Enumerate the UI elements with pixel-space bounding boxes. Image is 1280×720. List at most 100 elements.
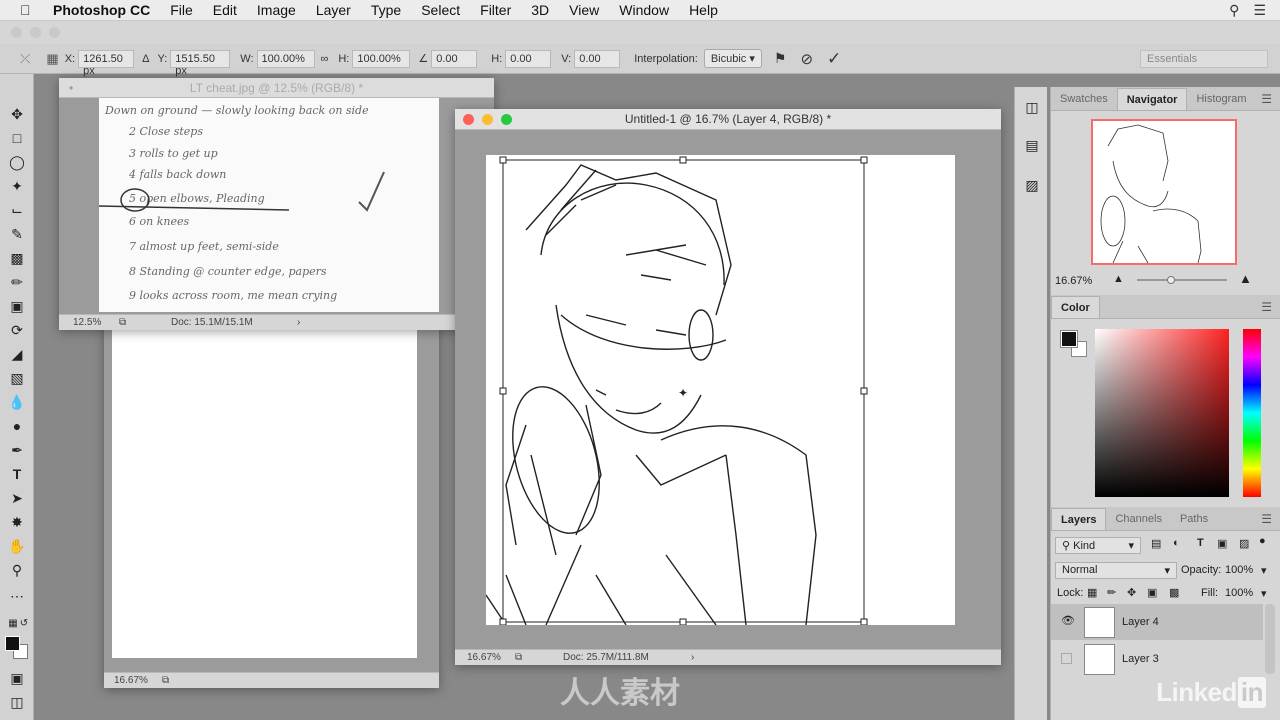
tab-histogram[interactable]: Histogram bbox=[1187, 88, 1255, 110]
filter-smart-icon[interactable]: ▨ bbox=[1239, 537, 1249, 550]
filter-adjustment-icon[interactable]: ◐ bbox=[1173, 537, 1180, 549]
menu-window[interactable]: Window bbox=[619, 2, 669, 18]
rotate-angle-field[interactable]: 0.00 bbox=[431, 49, 478, 68]
spotlight-search-icon[interactable]: ⚲ bbox=[1229, 2, 1239, 19]
close-doc-icon[interactable] bbox=[463, 114, 474, 125]
opacity-field[interactable]: 100% bbox=[1225, 564, 1253, 576]
color-field[interactable] bbox=[1095, 329, 1229, 497]
layer-filter-select[interactable]: ⚲ Kind ▾ bbox=[1055, 537, 1141, 554]
layer-row-3[interactable]: Layer 3 bbox=[1051, 641, 1263, 677]
status-expand-icon[interactable]: › bbox=[297, 317, 300, 328]
swap-colors-icon[interactable]: ↺ bbox=[14, 614, 34, 634]
filter-type-icon[interactable]: T bbox=[1197, 537, 1204, 549]
layer-thumbnail[interactable] bbox=[1084, 644, 1115, 675]
cheat-sheet-image[interactable]: Down on ground — slowly looking back on … bbox=[99, 98, 439, 312]
doc-titlebar-cheat[interactable]: • LT cheat.jpg @ 12.5% (RGB/8) * bbox=[59, 78, 494, 98]
layers-scrollbar[interactable] bbox=[1265, 604, 1275, 674]
brush-tool-icon[interactable]: ✏ bbox=[7, 272, 27, 292]
blur-tool-icon[interactable]: 💧 bbox=[7, 392, 27, 412]
menu-image[interactable]: Image bbox=[257, 2, 296, 18]
healing-brush-tool-icon[interactable]: ▩ bbox=[7, 248, 27, 268]
lock-all-icon[interactable]: ▩ bbox=[1169, 586, 1179, 599]
quick-mask-icon[interactable]: ▣ bbox=[7, 668, 27, 688]
document-window-cheat[interactable]: • LT cheat.jpg @ 12.5% (RGB/8) * Down on… bbox=[59, 78, 494, 330]
menu-filter[interactable]: Filter bbox=[480, 2, 511, 18]
horizontal-skew-field[interactable]: 0.00 bbox=[505, 49, 552, 68]
menu-view[interactable]: View bbox=[569, 2, 599, 18]
move-tool-preset-icon[interactable]: ⤫ bbox=[20, 51, 30, 67]
document-window-back[interactable]: 16.67% ⧉ bbox=[104, 318, 439, 688]
share-icon-cheat[interactable]: ⧉ bbox=[119, 317, 126, 328]
share-icon-main[interactable]: ⧉ bbox=[515, 652, 522, 663]
color-fg-swatch[interactable] bbox=[1060, 330, 1078, 348]
zoom-slider-thumb[interactable] bbox=[1167, 276, 1176, 284]
foreground-color-swatch[interactable] bbox=[5, 636, 20, 651]
history-brush-tool-icon[interactable]: ⟳ bbox=[7, 320, 27, 340]
zoom-level-main[interactable]: 16.67% bbox=[467, 652, 501, 663]
doc-info-main[interactable]: Doc: 25.7M/111.8M bbox=[563, 652, 649, 663]
move-tool-icon[interactable]: ✥ bbox=[7, 104, 27, 124]
menu-select[interactable]: Select bbox=[421, 2, 460, 18]
path-selection-tool-icon[interactable]: ➤ bbox=[7, 488, 27, 508]
menu-help[interactable]: Help bbox=[689, 2, 718, 18]
cancel-transform-icon[interactable]: ⊘ bbox=[800, 50, 813, 68]
delta-icon[interactable]: Δ bbox=[142, 53, 149, 65]
width-field[interactable]: 100.00% bbox=[256, 49, 315, 68]
lock-pixels-icon[interactable]: ✏ bbox=[1107, 586, 1116, 599]
clone-stamp-tool-icon[interactable]: ▣ bbox=[7, 296, 27, 316]
document-window-main[interactable]: Untitled-1 @ 16.7% (Layer 4, RGB/8) * ✦ … bbox=[455, 109, 1001, 665]
tab-color[interactable]: Color bbox=[1051, 296, 1100, 318]
menu-layer[interactable]: Layer bbox=[316, 2, 351, 18]
layers-menu-icon[interactable]: ☰ bbox=[1261, 512, 1272, 526]
crop-tool-icon[interactable]: ⌙ bbox=[7, 200, 27, 220]
height-field[interactable]: 100.00% bbox=[352, 49, 411, 68]
navigator-zoom[interactable]: 16.67% bbox=[1055, 275, 1092, 287]
share-icon-back[interactable]: ⧉ bbox=[162, 675, 169, 686]
tab-swatches[interactable]: Swatches bbox=[1051, 88, 1117, 110]
custom-shape-tool-icon[interactable]: ✸ bbox=[7, 512, 27, 532]
marquee-tool-icon[interactable]: □ bbox=[7, 128, 27, 148]
tab-channels[interactable]: Channels bbox=[1106, 508, 1170, 530]
eraser-tool-icon[interactable]: ◢ bbox=[7, 344, 27, 364]
filter-pixel-icon[interactable]: ▤ bbox=[1151, 537, 1161, 550]
zoom-doc-icon[interactable] bbox=[501, 114, 512, 125]
vertical-skew-field[interactable]: 0.00 bbox=[574, 49, 621, 68]
zoom-in-icon[interactable]: ▲ bbox=[1239, 271, 1252, 286]
filter-toggle-icon[interactable]: ● bbox=[1259, 535, 1266, 547]
zoom-out-icon[interactable]: ▲ bbox=[1113, 273, 1124, 285]
doc-info-cheat[interactable]: Doc: 15.1M/15.1M bbox=[171, 317, 253, 328]
filter-shape-icon[interactable]: ▣ bbox=[1217, 537, 1227, 550]
tab-paths[interactable]: Paths bbox=[1171, 508, 1217, 530]
apple-icon[interactable]:  bbox=[20, 2, 40, 18]
layer-thumbnail[interactable] bbox=[1084, 607, 1115, 638]
fill-field[interactable]: 100% bbox=[1225, 587, 1253, 599]
workspace-select[interactable]: Essentials bbox=[1140, 50, 1268, 68]
properties-panel-icon[interactable]: ▨ bbox=[1022, 175, 1042, 195]
lasso-tool-icon[interactable]: ◯ bbox=[7, 152, 27, 172]
notification-center-icon[interactable]: ☰ bbox=[1253, 2, 1266, 19]
visibility-off-box[interactable] bbox=[1061, 653, 1072, 664]
interpolation-select[interactable]: Bicubic ▾ bbox=[703, 49, 762, 68]
zoom-slider[interactable] bbox=[1137, 276, 1227, 284]
minimize-doc-icon[interactable] bbox=[482, 114, 493, 125]
minimize-window-icon[interactable] bbox=[30, 27, 41, 38]
menu-edit[interactable]: Edit bbox=[213, 2, 237, 18]
type-tool-icon[interactable]: T bbox=[7, 464, 27, 484]
warp-mode-icon[interactable]: ⚑ bbox=[774, 50, 787, 67]
canvas-back[interactable] bbox=[112, 328, 417, 658]
menu-type[interactable]: Type bbox=[371, 2, 401, 18]
more-tools-icon[interactable]: ⋯ bbox=[7, 586, 27, 606]
menu-file[interactable]: File bbox=[170, 2, 193, 18]
zoom-level-back[interactable]: 16.67% bbox=[114, 675, 148, 686]
close-window-icon[interactable] bbox=[11, 27, 22, 38]
history-panel-icon[interactable]: ◫ bbox=[1022, 97, 1042, 117]
doc-titlebar-main[interactable]: Untitled-1 @ 16.7% (Layer 4, RGB/8) * bbox=[455, 109, 1001, 130]
color-menu-icon[interactable]: ☰ bbox=[1261, 300, 1272, 314]
layer-row-4[interactable]: 👁 Layer 4 bbox=[1051, 604, 1263, 640]
fill-chevron-icon[interactable]: ▾ bbox=[1261, 587, 1267, 600]
app-menu[interactable]: Photoshop CC bbox=[53, 2, 150, 18]
eyedropper-tool-icon[interactable]: ✎ bbox=[7, 224, 27, 244]
layer-name[interactable]: Layer 3 bbox=[1122, 653, 1159, 665]
pen-tool-icon[interactable]: ✒ bbox=[7, 440, 27, 460]
visibility-eye-icon[interactable]: 👁 bbox=[1061, 614, 1075, 627]
